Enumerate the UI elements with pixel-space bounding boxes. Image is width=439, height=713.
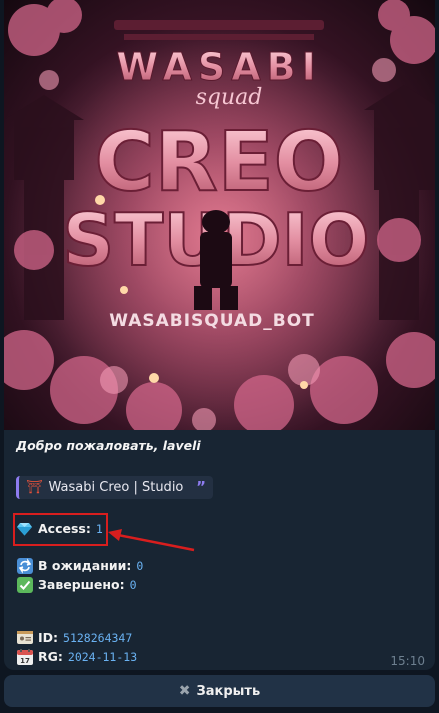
bot-message-bubble: WASABI squad CREO STUDIO WASABISQUAD_BOT… — [4, 0, 435, 670]
close-button[interactable]: ✖ Закрыть — [4, 675, 435, 707]
pending-label: В ожидании: — [38, 558, 132, 573]
svg-text:17: 17 — [20, 657, 30, 665]
id-row: ID: 5128264347 — [16, 629, 132, 646]
quote-label: Wasabi Creo | Studio — [48, 480, 184, 495]
logo-wasabi-text: WASABI — [116, 45, 322, 89]
logo-creo-text: CREO — [94, 115, 343, 210]
access-highlight-box — [13, 513, 108, 546]
torii-gate-icon: ⛩ — [26, 480, 43, 495]
red-arrow-annotation — [108, 529, 195, 552]
banner-image[interactable]: WASABI squad CREO STUDIO WASABISQUAD_BOT — [4, 0, 435, 430]
quote-mark-icon: ” — [196, 478, 206, 496]
logo-squad-text: squad — [196, 85, 263, 110]
done-label: Завершено: — [38, 577, 125, 592]
pending-row: В ожидании: 0 — [16, 557, 143, 574]
banner-artwork: WASABI squad CREO STUDIO WASABISQUAD_BOT — [4, 0, 435, 430]
id-card-icon — [16, 629, 33, 646]
chat-view: WASABI squad CREO STUDIO WASABISQUAD_BOT… — [0, 0, 439, 713]
calendar-icon: 17 — [16, 648, 33, 665]
id-value[interactable]: 5128264347 — [63, 631, 132, 645]
rg-label: RG: — [38, 649, 63, 664]
welcome-text: Добро пожаловать, laveli — [16, 438, 201, 453]
repeat-icon — [16, 557, 33, 574]
pending-value[interactable]: 0 — [136, 559, 143, 573]
done-value[interactable]: 0 — [130, 578, 137, 592]
logo-handle-text: WASABISQUAD_BOT — [109, 311, 315, 331]
id-label: ID: — [38, 630, 59, 645]
message-timestamp: 15:10 — [390, 654, 425, 668]
check-mark-icon — [16, 576, 33, 593]
rg-value[interactable]: 2024-11-13 — [68, 650, 137, 664]
done-row: Завершено: 0 — [16, 576, 137, 593]
close-button-label: Закрыть — [196, 683, 261, 699]
quote-block[interactable]: ⛩ Wasabi Creo | Studio ” — [16, 476, 213, 499]
close-icon: ✖ — [178, 683, 191, 699]
rg-row: 17 RG: 2024-11-13 — [16, 648, 137, 665]
